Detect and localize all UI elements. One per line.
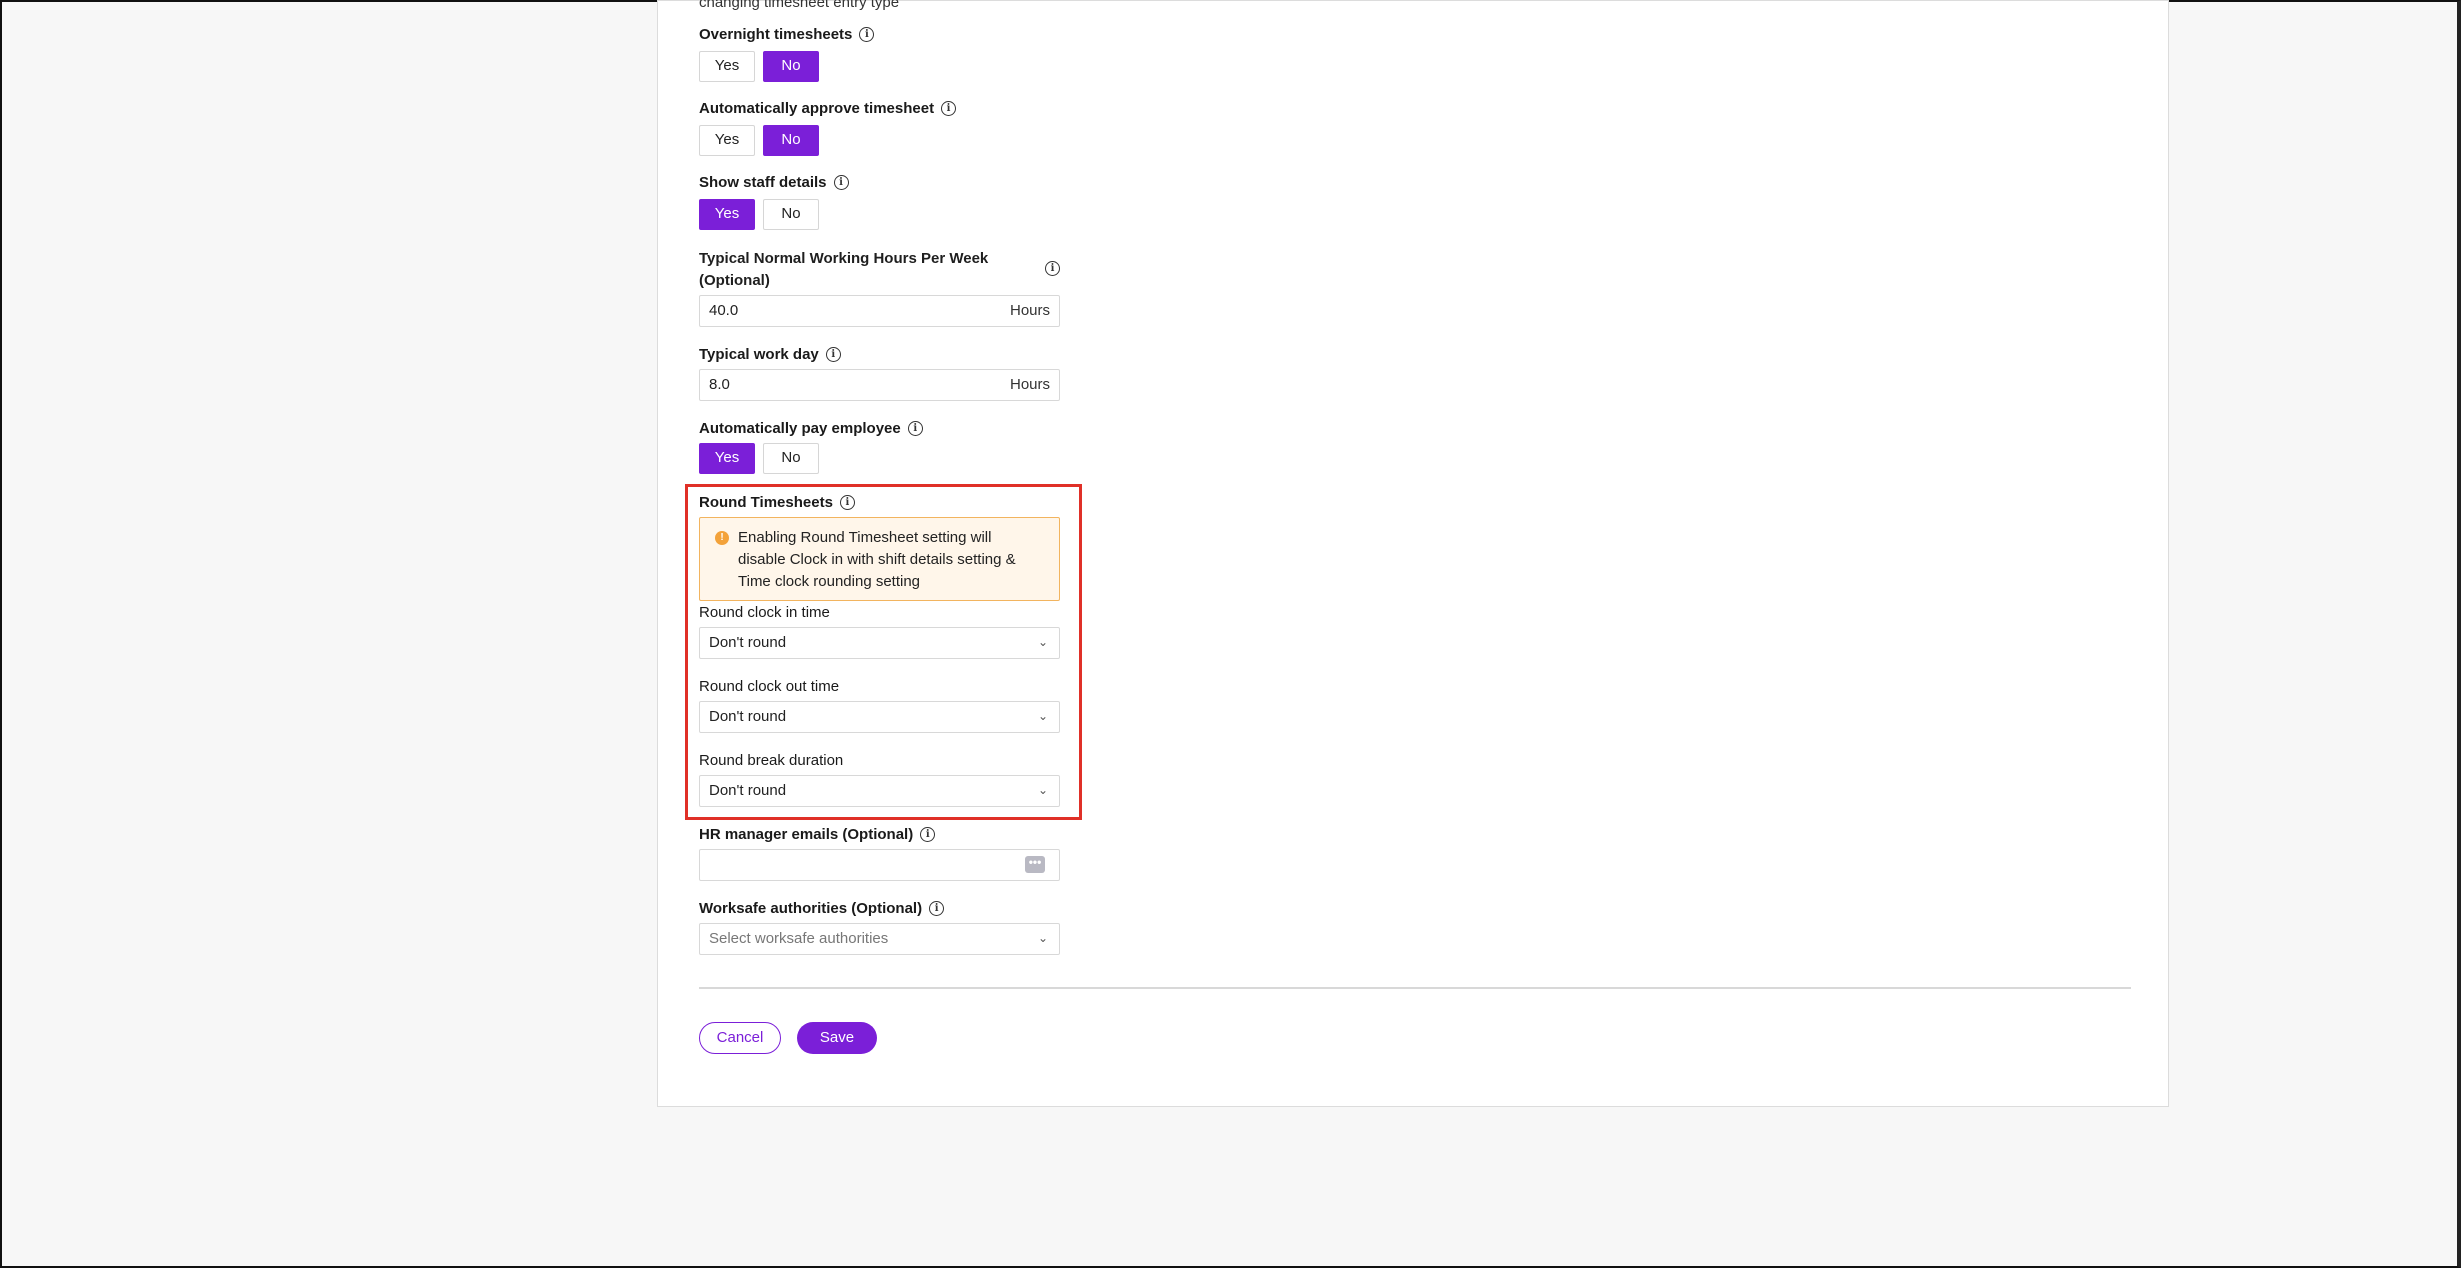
worksafe-placeholder: Select worksafe authorities [709, 930, 889, 947]
overnight-timesheets-label: Overnight timesheets i [699, 26, 875, 43]
work-day-input[interactable]: 8.0 Hours [699, 369, 1060, 401]
weekly-hours-input[interactable]: 40.0 Hours [699, 295, 1060, 327]
auto-approve-label-text: Automatically approve timesheet [699, 100, 935, 117]
overnight-timesheets-label-text: Overnight timesheets [699, 26, 853, 43]
save-button[interactable]: Save [797, 1022, 877, 1054]
work-day-label: Typical work day i [699, 346, 841, 363]
warning-text-line1: Enabling Round Timesheet setting will [738, 529, 992, 546]
hr-emails-label-text: HR manager emails (Optional) [699, 826, 914, 843]
round-break-duration-value: Don't round [709, 782, 787, 799]
weekly-hours-value: 40.0 [709, 302, 739, 319]
worksafe-label: Worksafe authorities (Optional) i [699, 900, 945, 917]
auto-pay-label-text: Automatically pay employee [699, 420, 901, 437]
auto-approve-toggle: Yes No [699, 125, 819, 156]
show-staff-details-toggle: Yes No [699, 199, 819, 230]
weekly-hours-label: Typical Normal Working Hours Per Week (O… [699, 248, 1029, 292]
hr-emails-label: HR manager emails (Optional) i [699, 826, 936, 843]
overnight-no-button[interactable]: No [763, 51, 819, 82]
round-break-duration-select[interactable]: Don't round ⌄ [699, 775, 1060, 807]
work-day-value: 8.0 [709, 376, 730, 393]
worksafe-label-text: Worksafe authorities (Optional) [699, 900, 923, 917]
show-staff-details-label-text: Show staff details [699, 174, 827, 191]
show-staff-yes-button[interactable]: Yes [699, 199, 755, 230]
round-clock-in-label: Round clock in time [699, 604, 830, 621]
round-break-duration-label: Round break duration [699, 752, 844, 769]
cancel-button[interactable]: Cancel [699, 1022, 781, 1054]
warning-icon: ! [715, 531, 729, 545]
round-clock-out-select[interactable]: Don't round ⌄ [699, 701, 1060, 733]
worksafe-select[interactable]: Select worksafe authorities ⌄ [699, 923, 1060, 955]
overnight-yes-button[interactable]: Yes [699, 51, 755, 82]
chevron-down-icon: ⌄ [1037, 783, 1048, 797]
work-day-label-text: Typical work day [699, 346, 819, 363]
auto-approve-yes-button[interactable]: Yes [699, 125, 755, 156]
weekly-hours-label-line2: (Optional) [699, 272, 770, 289]
auto-pay-yes-button[interactable]: Yes [699, 443, 755, 474]
show-staff-no-button[interactable]: No [763, 199, 819, 230]
info-icon[interactable]: i [920, 827, 936, 842]
weekly-hours-label-line1: Typical Normal Working Hours Per Week [699, 250, 989, 267]
form-divider [699, 987, 2131, 989]
auto-pay-no-button[interactable]: No [763, 443, 819, 474]
work-day-unit: Hours [1009, 376, 1050, 393]
chevron-down-icon: ⌄ [1037, 931, 1048, 945]
info-icon[interactable]: i [907, 421, 923, 436]
info-icon[interactable]: i [1045, 261, 1060, 276]
info-icon[interactable]: i [929, 901, 945, 916]
round-clock-in-select[interactable]: Don't round ⌄ [699, 627, 1060, 659]
info-icon[interactable]: i [833, 175, 849, 190]
warning-text-line2: disable Clock in with shift details sett… [738, 551, 1016, 568]
warning-text: Enabling Round Timesheet setting will di… [738, 527, 1043, 593]
auto-approve-no-button[interactable]: No [763, 125, 819, 156]
auto-pay-toggle: Yes No [699, 443, 819, 474]
weekly-hours-unit: Hours [1009, 302, 1050, 319]
round-clock-in-value: Don't round [709, 634, 787, 651]
warning-text-line3: Time clock rounding setting [738, 573, 921, 590]
overnight-timesheets-toggle: Yes No [699, 51, 819, 82]
info-icon[interactable]: i [859, 27, 875, 42]
auto-pay-label: Automatically pay employee i [699, 420, 923, 437]
chevron-down-icon: ⌄ [1037, 635, 1048, 649]
info-icon[interactable]: i [941, 101, 957, 116]
info-icon[interactable]: i [825, 347, 841, 362]
auto-approve-label: Automatically approve timesheet i [699, 100, 957, 117]
round-timesheets-warning: ! Enabling Round Timesheet setting will … [699, 517, 1060, 601]
cut-off-help-text: changing timesheet entry type [699, 0, 900, 11]
round-timesheets-label: Round Timesheets i [699, 494, 855, 511]
round-timesheets-label-text: Round Timesheets [699, 494, 833, 511]
show-staff-details-label: Show staff details i [699, 174, 849, 191]
round-clock-out-label: Round clock out time [699, 678, 840, 695]
info-icon[interactable]: i [839, 495, 855, 510]
more-options-icon[interactable]: ••• [1025, 856, 1045, 873]
round-clock-out-value: Don't round [709, 708, 787, 725]
hr-emails-input[interactable]: ••• [699, 849, 1060, 881]
chevron-down-icon: ⌄ [1037, 709, 1048, 723]
